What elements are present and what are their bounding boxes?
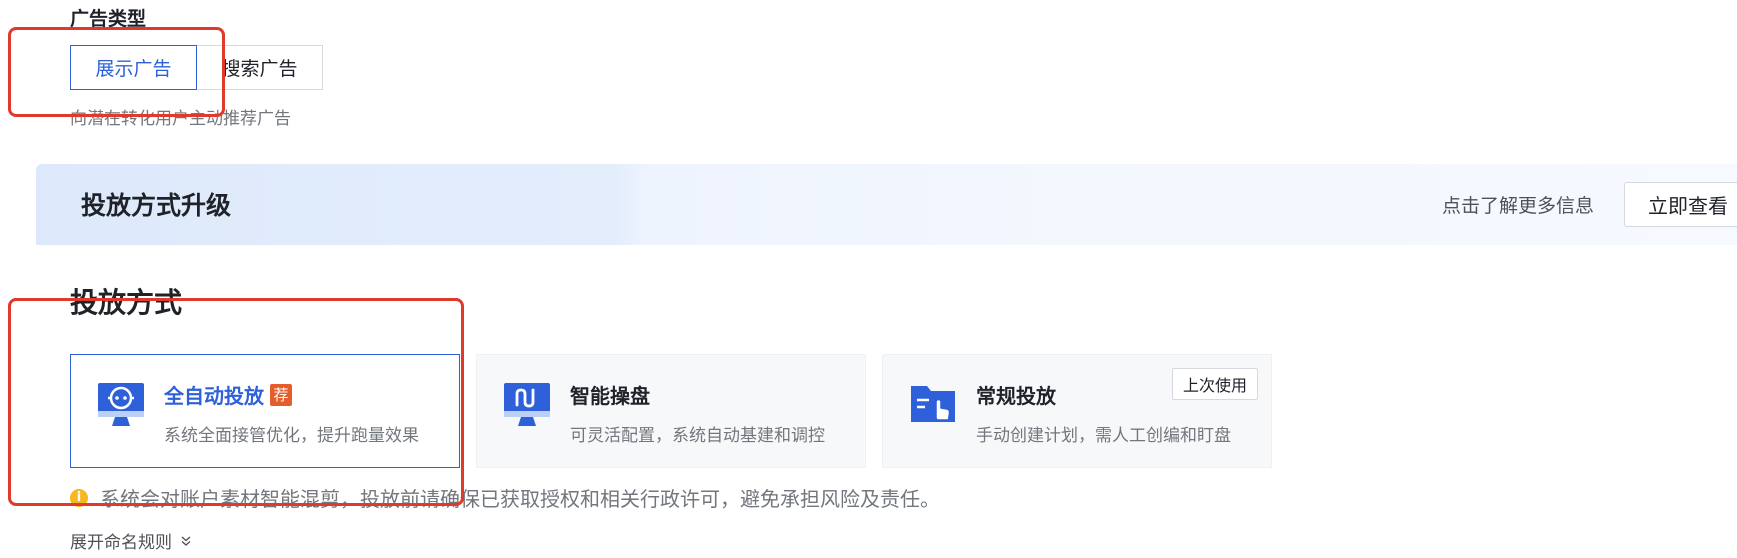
expand-naming-rules[interactable]: 展开命名规则: [70, 528, 192, 553]
expand-naming-rules-label: 展开命名规则: [70, 533, 172, 553]
card-auto-delivery[interactable]: 全自动投放 荐 系统全面接管优化，提升跑量效果: [70, 354, 460, 468]
robot-monitor-icon: [98, 383, 144, 426]
card-title: 全自动投放 荐: [164, 380, 292, 409]
display-ad-option[interactable]: 展示广告: [70, 45, 197, 90]
folder-hand-icon: [911, 386, 955, 422]
card-description: 手动创建计划，需人工创编和盯盘: [976, 426, 1231, 446]
ad-type-title: 广告类型: [70, 8, 147, 30]
banner-hint: 点击了解更多信息: [1441, 195, 1594, 217]
card-title: 常规投放: [976, 380, 1056, 409]
card-title: 智能操盘: [570, 380, 650, 409]
ad-type-description: 向潜在转化用户主动推荐广告: [70, 109, 291, 129]
view-now-button[interactable]: 立即查看: [1624, 182, 1737, 227]
last-used-tag: 上次使用: [1171, 368, 1258, 400]
card-title-text: 常规投放: [976, 384, 1056, 408]
ad-type-segmented-control: 展示广告 搜索广告: [70, 45, 323, 90]
recommended-badge: 荐: [270, 383, 292, 406]
search-ad-option[interactable]: 搜索广告: [196, 45, 323, 90]
upgrade-banner: 投放方式升级 点击了解更多信息 立即查看: [36, 164, 1737, 245]
page: 广告类型 展示广告 搜索广告 向潜在转化用户主动推荐广告 投放方式升级 点击了解…: [0, 0, 1737, 558]
card-description: 系统全面接管优化，提升跑量效果: [164, 426, 419, 446]
double-chevron-down-icon: [181, 535, 191, 546]
card-title-text: 全自动投放: [164, 384, 264, 408]
notice-text: 系统会对账户素材智能混剪，投放前请确保已获取授权和相关行政许可，避免承担风险及责…: [100, 487, 940, 511]
notice: i 系统会对账户素材智能混剪，投放前请确保已获取授权和相关行政许可，避免承担风险…: [70, 483, 940, 512]
card-regular-delivery[interactable]: 常规投放 手动创建计划，需人工创编和盯盘 上次使用: [882, 354, 1272, 468]
banner-title: 投放方式升级: [81, 191, 232, 220]
card-description: 可灵活配置，系统自动基建和调控: [570, 426, 825, 446]
delivery-method-title: 投放方式: [70, 286, 183, 319]
info-icon: i: [70, 488, 88, 507]
wave-monitor-icon: [504, 383, 550, 426]
card-smart-operation[interactable]: 智能操盘 可灵活配置，系统自动基建和调控: [476, 354, 866, 468]
card-title-text: 智能操盘: [570, 384, 650, 408]
